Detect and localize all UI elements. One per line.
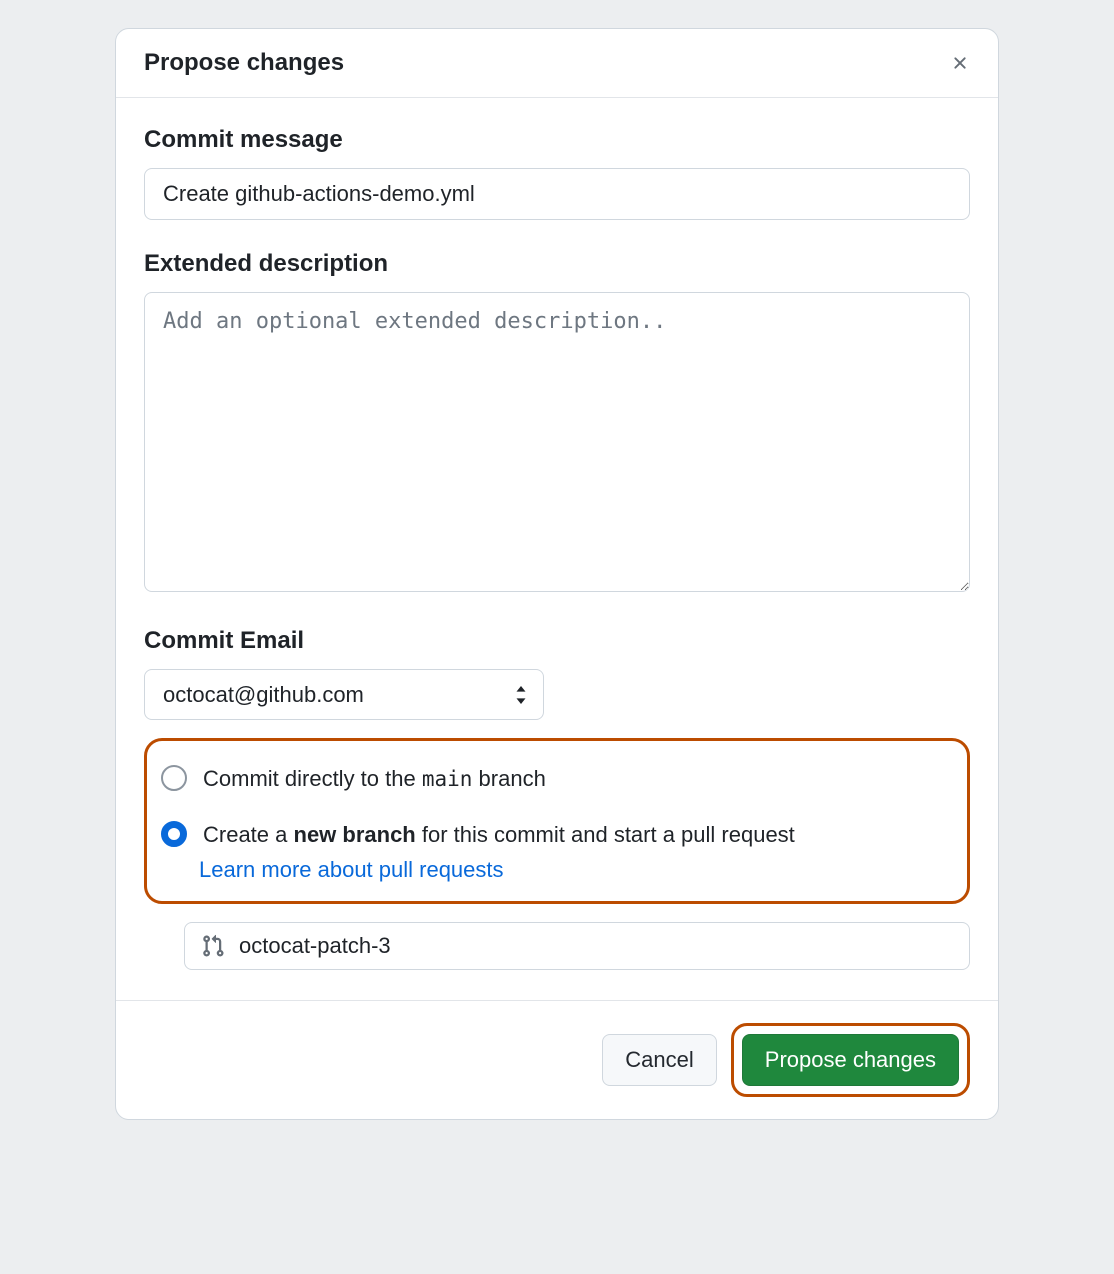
extended-description-group: Extended description bbox=[144, 250, 970, 597]
extended-description-label: Extended description bbox=[144, 250, 970, 278]
branch-choice-group: Commit directly to the main branch Creat… bbox=[144, 738, 970, 904]
dialog-header: Propose changes bbox=[116, 29, 998, 98]
commit-email-group: Commit Email octocat@github.com bbox=[144, 627, 970, 720]
commit-direct-prefix: Commit directly to the bbox=[203, 766, 422, 791]
create-branch-suffix: for this commit and start a pull request bbox=[416, 822, 795, 847]
dialog-title: Propose changes bbox=[144, 49, 344, 77]
propose-changes-dialog: Propose changes Commit message Extended … bbox=[115, 28, 999, 1120]
extended-description-textarea[interactable] bbox=[144, 292, 970, 592]
create-branch-radio-row[interactable]: Create a new branch for this commit and … bbox=[157, 813, 957, 857]
commit-direct-branch: main bbox=[422, 767, 473, 791]
radio-unselected-icon[interactable] bbox=[161, 765, 187, 791]
close-icon[interactable] bbox=[950, 53, 970, 73]
commit-message-label: Commit message bbox=[144, 126, 970, 154]
git-pull-request-icon bbox=[201, 934, 225, 958]
commit-email-select[interactable]: octocat@github.com bbox=[144, 669, 544, 720]
branch-name-input-wrap bbox=[184, 922, 970, 970]
propose-changes-highlight: Propose changes bbox=[731, 1023, 970, 1097]
radio-selected-icon[interactable] bbox=[161, 821, 187, 847]
dialog-body: Commit message Extended description Comm… bbox=[116, 98, 998, 1000]
learn-more-link[interactable]: Learn more about pull requests bbox=[199, 857, 504, 883]
commit-message-input[interactable] bbox=[144, 168, 970, 220]
commit-direct-radio-row[interactable]: Commit directly to the main branch bbox=[157, 757, 957, 801]
cancel-button[interactable]: Cancel bbox=[602, 1034, 716, 1086]
dialog-footer: Cancel Propose changes bbox=[116, 1000, 998, 1119]
commit-direct-suffix: branch bbox=[472, 766, 545, 791]
commit-email-select-wrap: octocat@github.com bbox=[144, 669, 544, 720]
commit-direct-label: Commit directly to the main branch bbox=[203, 763, 546, 795]
create-branch-prefix: Create a bbox=[203, 822, 294, 847]
commit-email-label: Commit Email bbox=[144, 627, 970, 655]
create-branch-label: Create a new branch for this commit and … bbox=[203, 819, 795, 851]
commit-message-group: Commit message bbox=[144, 126, 970, 220]
propose-changes-button[interactable]: Propose changes bbox=[742, 1034, 959, 1086]
branch-name-input[interactable] bbox=[239, 933, 953, 959]
create-branch-bold: new branch bbox=[294, 822, 416, 847]
